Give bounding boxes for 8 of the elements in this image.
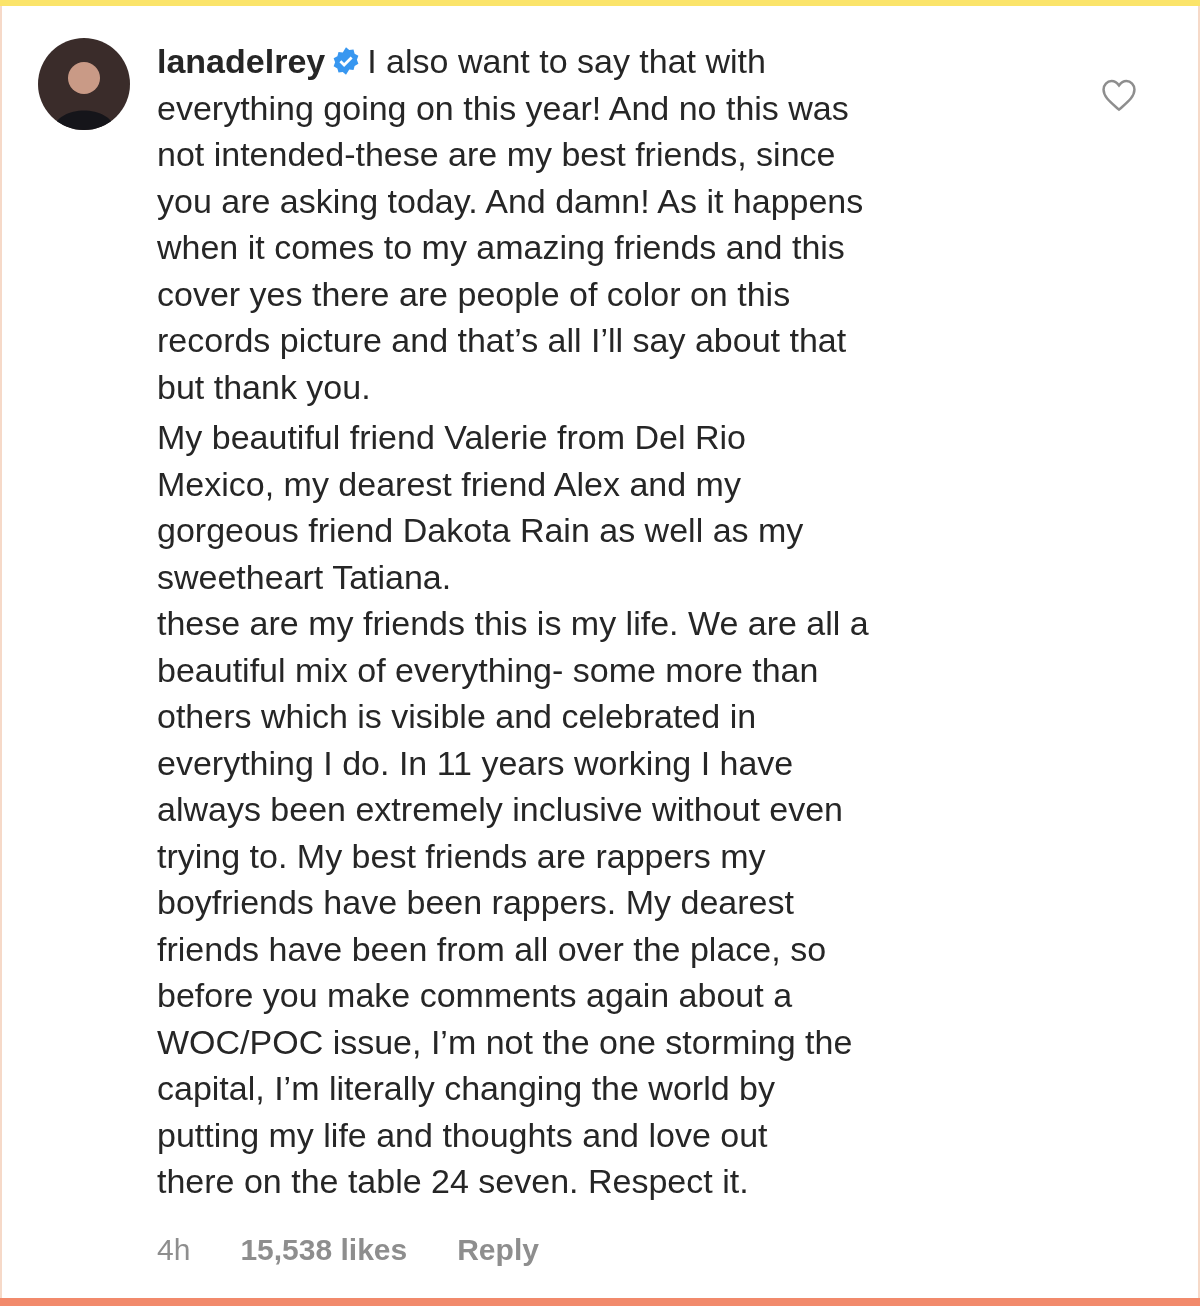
- likes-count[interactable]: 15,538 likes: [240, 1226, 408, 1273]
- comment-text: these are my friends this is my life. We are all a beautiful mix of everything- some more than others which is visible and celebrated in everything I do. In 11 years working I have always been extremely inclusive without even trying to. My best friends are rappers my boyfriends have been rappers. My dearest friends have been from all over the place, so before you make comments again about a WOC/POC issue, I’m not the one storming the capital, I’m literally changing the world by putting my life and thoughts and love out there on the table 24 seven. Respect it.: [157, 603, 870, 1202]
- heart-icon[interactable]: [1100, 78, 1138, 112]
- comment-time: 4h: [157, 1231, 191, 1268]
- comment-text: lanadelrey I also want to say that with everything going on this year! And no this was not intended-these are my best friends, since you are asking today. And damn! As it happens when it comes to my amazing friends and this cover yes there are people of color on this records picture and that’s all I’ll say about that but thank you.: [157, 41, 865, 408]
- reply-button[interactable]: Reply: [457, 1226, 539, 1273]
- username-link[interactable]: lanadelrey: [157, 42, 326, 80]
- comment-text: My beautiful friend Valerie from Del Rio Mexico, my dearest friend Alex and my gorgeous friend Dakota Rain as well as my sweetheart Tatiana.: [157, 417, 805, 598]
